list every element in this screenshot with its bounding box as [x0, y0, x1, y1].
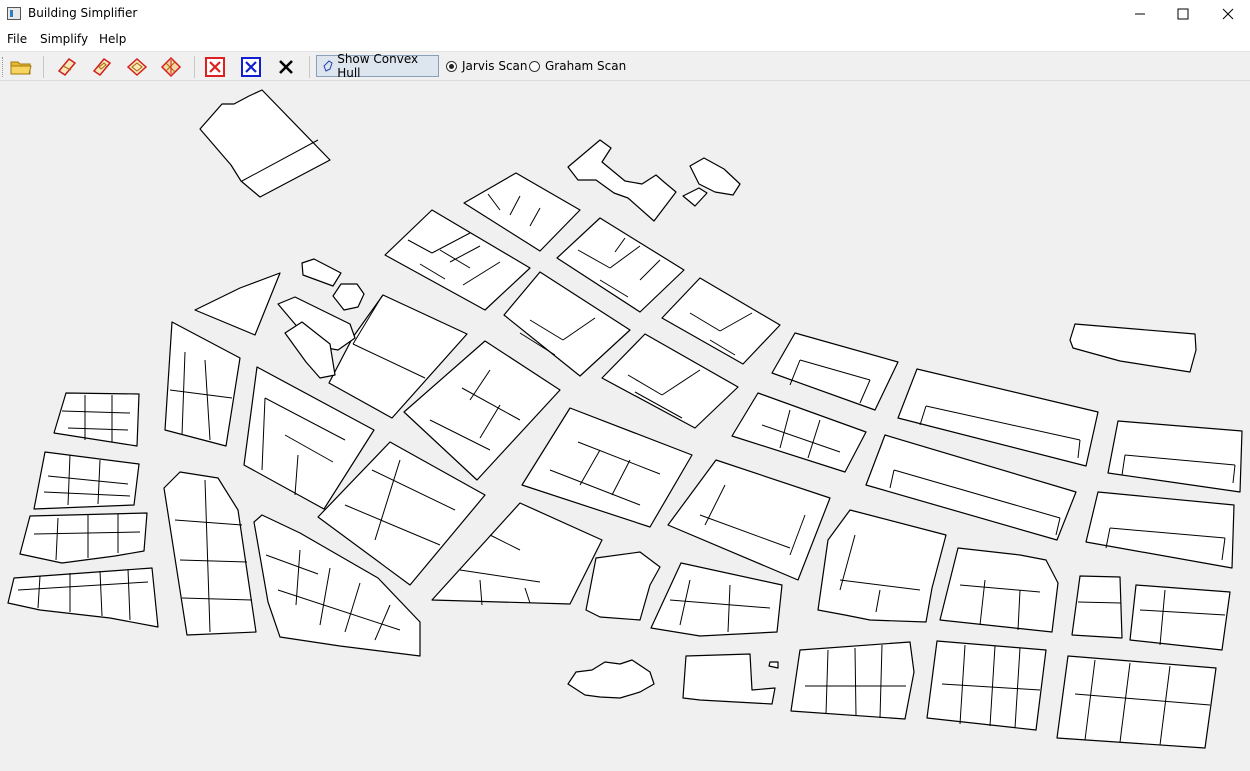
menu-file[interactable]: File	[7, 32, 27, 46]
simplify-1-button[interactable]	[55, 55, 79, 79]
open-folder-icon	[10, 61, 32, 75]
simplify-4-button[interactable]	[159, 55, 183, 79]
radio-indicator	[529, 60, 540, 72]
building[interactable]	[939, 547, 1059, 633]
clear-black-icon	[279, 60, 293, 74]
building[interactable]	[1107, 420, 1243, 493]
building[interactable]	[926, 640, 1047, 731]
window-title: Building Simplifier	[28, 6, 138, 20]
building[interactable]	[53, 392, 140, 447]
building[interactable]	[1069, 323, 1197, 373]
building[interactable]	[661, 277, 781, 365]
close-button[interactable]	[1205, 0, 1250, 28]
open-button[interactable]	[9, 55, 33, 79]
building[interactable]	[771, 332, 899, 411]
show-convex-hull-button[interactable]: Show Convex Hull	[316, 52, 439, 80]
clear-blue-button[interactable]	[239, 55, 263, 79]
building[interactable]	[1085, 491, 1235, 569]
building[interactable]	[817, 509, 947, 623]
jarvis-scan-label: Jarvis Scan	[462, 59, 528, 73]
toolbar-grip[interactable]	[2, 57, 5, 77]
simplify-3-button[interactable]	[125, 55, 149, 79]
simplify-3-icon	[126, 57, 148, 77]
minimize-button[interactable]	[1117, 0, 1163, 28]
simplify-2-icon	[92, 58, 112, 76]
simplify-2-button[interactable]	[90, 55, 114, 79]
building[interactable]	[301, 258, 342, 287]
clear-blue-icon	[241, 57, 261, 77]
radio-indicator-selected	[446, 60, 457, 72]
toolbar-separator	[309, 56, 310, 78]
building[interactable]	[194, 272, 281, 336]
simplify-4-icon	[160, 56, 182, 78]
building[interactable]	[790, 641, 915, 720]
radio-jarvis-scan[interactable]: Jarvis Scan	[446, 59, 528, 73]
menu-simplify[interactable]: Simplify	[40, 32, 88, 46]
menu-help[interactable]: Help	[99, 32, 126, 46]
minimize-icon	[1135, 13, 1145, 15]
building[interactable]	[650, 562, 783, 637]
hull-icon	[323, 60, 333, 72]
building[interactable]	[163, 471, 257, 636]
building[interactable]	[7, 567, 159, 628]
graham-scan-label: Graham Scan	[545, 59, 627, 73]
building[interactable]	[667, 459, 831, 581]
simplify-1-icon	[57, 58, 77, 76]
maximize-icon	[1177, 8, 1189, 20]
title-bar: Building Simplifier	[0, 0, 1250, 28]
building[interactable]	[731, 392, 867, 473]
building[interactable]	[768, 661, 779, 669]
radio-graham-scan[interactable]: Graham Scan	[529, 59, 626, 73]
building[interactable]	[1129, 584, 1231, 651]
buildings-layer	[7, 89, 1243, 749]
building[interactable]	[682, 187, 708, 207]
maximize-button[interactable]	[1160, 0, 1206, 28]
building[interactable]	[1071, 575, 1123, 639]
menu-bar: File Simplify Help	[0, 30, 1250, 50]
show-convex-hull-label: Show Convex Hull	[337, 52, 419, 80]
toolbar: Show Convex Hull Jarvis Scan Graham Scan	[0, 51, 1250, 81]
building[interactable]	[567, 139, 677, 222]
building[interactable]	[33, 451, 140, 510]
building[interactable]	[567, 659, 655, 699]
app-icon	[7, 7, 21, 20]
clear-black-button[interactable]	[274, 55, 298, 79]
clear-red-icon	[205, 57, 225, 77]
clear-red-button[interactable]	[203, 55, 227, 79]
toolbar-separator	[194, 56, 195, 78]
building[interactable]	[521, 407, 693, 528]
toolbar-separator	[43, 56, 44, 78]
building[interactable]	[332, 283, 365, 311]
building[interactable]	[682, 653, 776, 705]
map-canvas[interactable]	[0, 81, 1250, 771]
building[interactable]	[585, 551, 661, 621]
close-icon	[1222, 8, 1234, 20]
building[interactable]	[19, 512, 148, 564]
building[interactable]	[1056, 655, 1217, 749]
building[interactable]	[164, 321, 241, 447]
